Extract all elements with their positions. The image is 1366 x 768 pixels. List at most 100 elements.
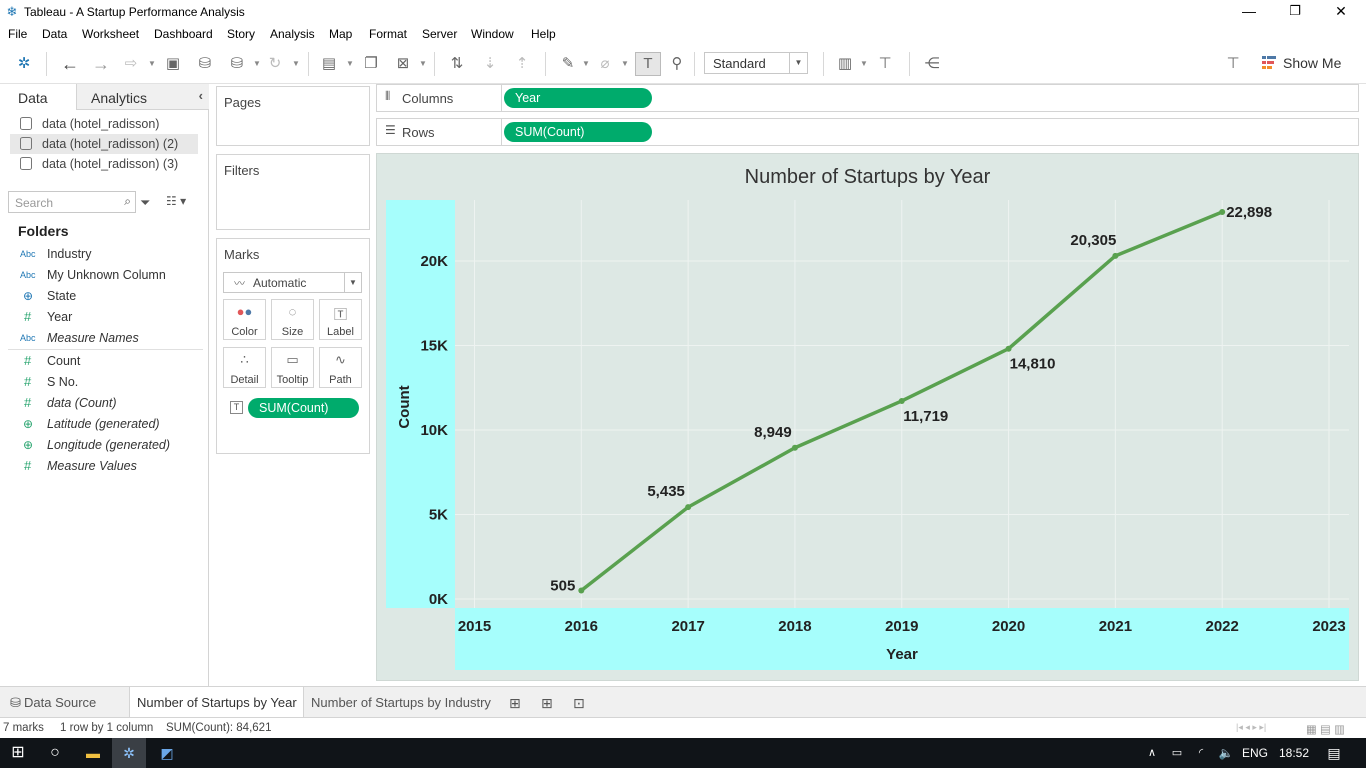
search-circle-icon[interactable]: ○ [38,738,72,768]
menu-data[interactable]: Data [42,27,67,41]
restore-button[interactable]: ❐ [1272,0,1318,24]
menu-file[interactable]: File [8,27,27,41]
path-button[interactable]: ∿ Path [319,347,362,388]
field-measure-values[interactable]: # Measure Values [0,456,205,476]
undo-icon[interactable]: ← [59,53,81,75]
field-data-count[interactable]: # data (Count) [0,393,205,413]
show-cards-dropdown-icon[interactable]: ▼ [860,59,868,68]
close-button[interactable]: ✕ [1318,0,1364,24]
volume-icon[interactable]: 🔈 [1214,738,1238,768]
field-unknown-column[interactable]: Abc My Unknown Column [0,265,205,285]
tab-sheet-startups-by-industry[interactable]: Number of Startups by Industry [305,687,495,718]
field-longitude[interactable]: ⊕ Longitude (generated) [0,435,205,455]
clear-sheet-icon[interactable]: ⊠ [392,53,414,75]
field-s-no[interactable]: # S No. [0,372,205,392]
menu-story[interactable]: Story [227,27,255,41]
fit-select[interactable]: Standard ▼ [704,52,808,74]
color-button[interactable]: ●● Color [223,299,266,340]
format-painter-icon[interactable]: ⊤ [1222,53,1244,75]
pause-updates-icon[interactable]: ⛁ [226,53,248,75]
menu-analysis[interactable]: Analysis [270,27,315,41]
field-count[interactable]: # Count [0,351,205,371]
windows-start-icon[interactable]: ⊞ [0,738,36,768]
menu-window[interactable]: Window [471,27,514,41]
notifications-icon[interactable]: ▤ [1320,738,1348,768]
sort-ascending-icon[interactable]: ⇣ [479,53,501,75]
field-latitude[interactable]: ⊕ Latitude (generated) [0,414,205,434]
wifi-icon[interactable]: ◜ [1190,738,1212,768]
replay-icon[interactable]: ⇨ [120,53,142,75]
file-explorer-icon[interactable]: ▬ [76,738,110,768]
menu-server[interactable]: Server [422,27,457,41]
datasource-item[interactable]: data (hotel_radisson) [10,114,198,134]
filters-card[interactable]: Filters [216,154,370,230]
menu-dashboard[interactable]: Dashboard [154,27,213,41]
duplicate-sheet-icon[interactable]: ❐ [360,53,382,75]
refresh-dropdown-icon[interactable]: ▼ [292,59,300,68]
sort-descending-icon[interactable]: ⇡ [511,53,533,75]
swap-rows-columns-icon[interactable]: ⇅ [446,53,468,75]
replay-dropdown-icon[interactable]: ▼ [148,59,156,68]
marks-label-pill[interactable]: SUM(Count) [248,398,359,418]
datasource-item[interactable]: data (hotel_radisson) (3) [10,154,198,174]
tableau-taskbar-icon[interactable]: ✲ [112,738,146,768]
clock[interactable]: 18:52 [1276,738,1312,768]
page-nav-icons[interactable]: |◂ ◂ ▸ ▸| [1236,722,1266,733]
menu-help[interactable]: Help [531,27,556,41]
datasource-item-selected[interactable]: data (hotel_radisson) (2) [10,134,198,154]
tab-data[interactable]: Data [0,84,76,110]
fix-axes-icon[interactable]: ⚲ [666,53,688,75]
save-icon[interactable]: ▣ [162,53,184,75]
field-year[interactable]: # Year [0,307,205,327]
menu-format[interactable]: Format [369,27,407,41]
highlight-icon[interactable]: ✎ [557,53,579,75]
highlight-dropdown-icon[interactable]: ▼ [582,59,590,68]
label-button[interactable]: 🅃 Label [319,299,362,340]
new-worksheet-dropdown-icon[interactable]: ▼ [346,59,354,68]
tooltip-button[interactable]: ▭ Tooltip [271,347,314,388]
filter-icon[interactable]: ⏷ [140,195,150,211]
globe-icon: ⊕ [23,289,34,303]
menu-worksheet[interactable]: Worksheet [82,27,139,41]
tab-data-source[interactable]: ⛁ Data Source [0,687,128,718]
show-me-button[interactable]: Show Me [1283,55,1341,71]
pages-card[interactable]: Pages [216,86,370,146]
language-indicator[interactable]: ENG [1240,738,1270,768]
battery-icon[interactable]: ▭ [1166,738,1188,768]
datasource-icon [20,137,32,150]
group-dropdown-icon[interactable]: ▼ [621,59,629,68]
share-icon[interactable]: ⋲ [921,53,943,75]
app-taskbar-icon[interactable]: ◩ [150,738,184,768]
show-mark-labels-icon[interactable]: T [635,52,661,76]
refresh-icon[interactable]: ↻ [264,53,286,75]
menu-map[interactable]: Map [329,27,352,41]
size-button[interactable]: ◌ Size [271,299,314,340]
search-input[interactable]: Search ⌕ [8,191,136,213]
field-measure-names[interactable]: Abc Measure Names [0,328,205,348]
show-cards-icon[interactable]: ▥ [834,53,856,75]
tableau-logo-icon[interactable]: ✲ [13,53,35,75]
collapse-pane-icon[interactable]: ‹ [199,88,203,103]
mark-type-select[interactable]: 〰 Automatic ▼ [223,272,362,293]
rows-sum-count-pill[interactable]: SUM(Count) [504,122,652,142]
clear-dropdown-icon[interactable]: ▼ [419,59,427,68]
pause-dropdown-icon[interactable]: ▼ [253,59,261,68]
minimize-button[interactable]: — [1226,0,1272,24]
tab-sheet-startups-by-year[interactable]: Number of Startups by Year [129,687,304,718]
presentation-mode-icon[interactable]: ⊤ [874,53,896,75]
x-tick-label: 2021 [1099,618,1132,635]
tab-analytics[interactable]: Analytics ‹ [76,84,209,110]
group-members-icon[interactable]: ⌀ [594,53,616,75]
new-worksheet-icon[interactable]: ▤ [318,53,340,75]
redo-icon[interactable]: → [90,53,112,75]
toolbar-divider [434,52,435,76]
columns-year-pill[interactable]: Year [504,88,652,108]
string-type-icon: Abc [20,270,36,280]
view-options-icon[interactable]: ☷ ▾ [166,194,186,208]
new-datasource-icon[interactable]: ⛁ [194,53,216,75]
chevron-up-icon[interactable]: ∧ [1142,738,1162,768]
view-mode-icons[interactable]: ▦ ▤ ▥ [1306,722,1345,736]
field-industry[interactable]: Abc Industry [0,244,205,264]
detail-button[interactable]: ∴ Detail [223,347,266,388]
field-state[interactable]: ⊕ State [0,286,205,306]
